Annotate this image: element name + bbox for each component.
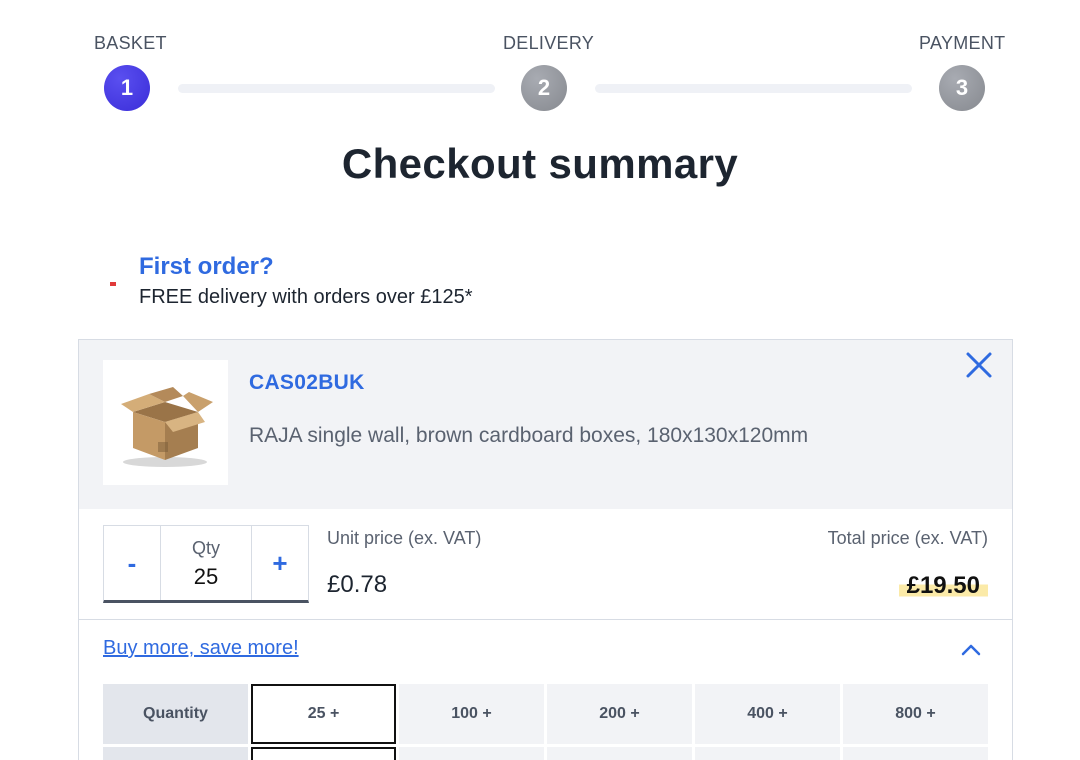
item-header: CAS02BUK RAJA single wall, brown cardboa… — [79, 340, 1012, 509]
promo-title: First order? — [139, 253, 274, 280]
step-label-payment: PAYMENT — [919, 33, 1006, 53]
tier-price-cell[interactable] — [251, 747, 396, 760]
unit-price-value: £0.78 — [327, 571, 388, 598]
remove-item-button[interactable] — [963, 349, 995, 381]
tier-cell-200[interactable]: 200 + — [547, 684, 692, 744]
step-circle-basket[interactable]: 1 — [104, 65, 150, 111]
price-tier-table: Quantity 25 + 100 + 200 + 400 + 800 + — [103, 684, 988, 744]
collapse-tiers-button[interactable] — [959, 640, 983, 660]
cardboard-box-icon — [121, 387, 213, 467]
promo-text: FREE delivery with orders over £125* — [139, 286, 473, 308]
increase-quantity-button[interactable]: + — [252, 526, 308, 600]
decrease-quantity-button[interactable]: - — [104, 526, 160, 600]
quantity-label: Qty — [191, 538, 220, 558]
unit-price-label: Unit price (ex. VAT) — [327, 528, 482, 548]
total-price-label: Total price (ex. VAT) — [827, 528, 988, 548]
quantity-field[interactable]: Qty 25 — [160, 526, 252, 600]
tier-row-header — [103, 747, 248, 760]
tier-header-quantity: Quantity — [103, 684, 248, 744]
step-label-delivery: DELIVERY — [503, 33, 595, 53]
promo-marker — [110, 282, 116, 286]
page-title: Checkout summary — [341, 140, 739, 187]
close-icon — [966, 352, 992, 378]
step-connector — [178, 84, 495, 93]
step-circle-delivery[interactable]: 2 — [521, 65, 567, 111]
product-description: RAJA single wall, brown cardboard boxes,… — [249, 424, 809, 447]
checkout-stepper: BASKET DELIVERY PAYMENT 1 2 3 — [0, 0, 1080, 120]
divider — [79, 619, 1012, 620]
basket-item-card: CAS02BUK RAJA single wall, brown cardboa… — [78, 339, 1013, 760]
tier-price-cell[interactable] — [399, 747, 544, 760]
tier-price-cell[interactable] — [547, 747, 692, 760]
buy-more-link[interactable]: Buy more, save more! — [103, 637, 299, 660]
price-tier-row — [103, 747, 988, 760]
tier-cell-100[interactable]: 100 + — [399, 684, 544, 744]
tier-cell-25[interactable]: 25 + — [251, 684, 396, 744]
step-label-basket: BASKET — [94, 33, 167, 53]
quantity-value[interactable]: 25 — [161, 564, 251, 590]
tier-cell-400[interactable]: 400 + — [695, 684, 840, 744]
tier-cell-800[interactable]: 800 + — [843, 684, 988, 744]
tier-price-cell[interactable] — [695, 747, 840, 760]
tier-price-cell[interactable] — [843, 747, 988, 760]
product-sku[interactable]: CAS02BUK — [249, 371, 365, 395]
quantity-stepper: - Qty 25 + — [103, 525, 309, 603]
product-image[interactable] — [103, 360, 228, 485]
total-price-value: £19.50 — [898, 572, 988, 600]
chevron-up-icon — [961, 644, 981, 656]
step-connector — [595, 84, 912, 93]
step-circle-payment[interactable]: 3 — [939, 65, 985, 111]
